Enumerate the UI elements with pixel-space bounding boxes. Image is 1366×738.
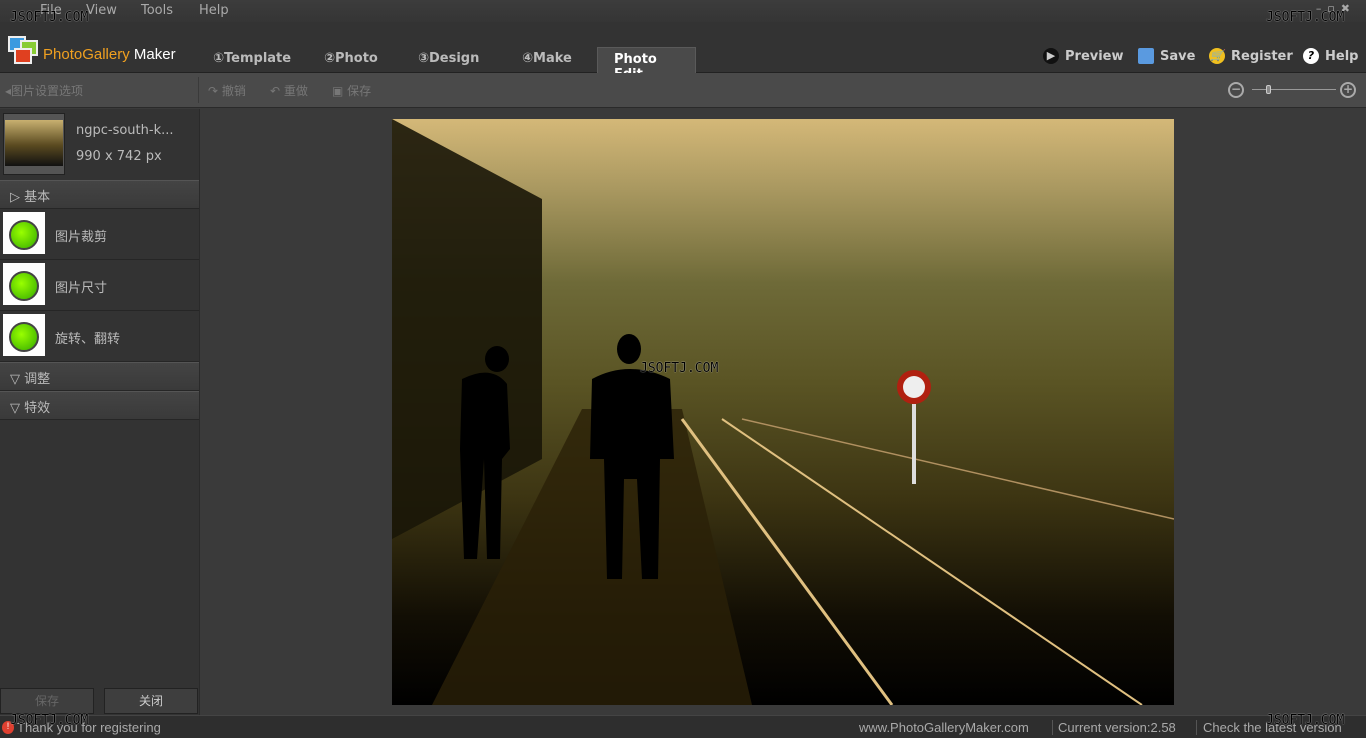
- sidebar: ngpc-south-k... 990 x 742 px ▷ 基本 图片裁剪 图…: [0, 109, 200, 715]
- menu-help[interactable]: Help: [199, 3, 229, 18]
- toolbar-save-label: 保存: [347, 84, 372, 98]
- watermark: JSOFTJ.COM: [1266, 713, 1345, 728]
- help-icon: ?: [1303, 48, 1319, 64]
- menu-bar: File View Tools Help –▫✖: [0, 0, 1366, 22]
- version-info: Current version:2.58: [1052, 720, 1176, 735]
- floppy-icon: [1138, 48, 1154, 64]
- menu-view[interactable]: View: [86, 3, 117, 18]
- rotate-icon: [3, 314, 45, 356]
- zoom-control: − +: [1228, 82, 1356, 100]
- resize-icon: [3, 263, 45, 305]
- watermark: JSOFTJ.COM: [10, 713, 89, 728]
- undo-button[interactable]: ↷ 撤销: [208, 82, 246, 99]
- redo-button[interactable]: ↶ 重做: [270, 82, 308, 99]
- sidebar-close-button[interactable]: 关闭: [104, 688, 198, 714]
- divider: [198, 77, 199, 103]
- menu-tools[interactable]: Tools: [141, 3, 173, 18]
- header: PhotoGallery Maker ①Template ②Photo ③Des…: [0, 22, 1366, 82]
- zoom-slider-handle[interactable]: [1265, 85, 1271, 94]
- watermark: JSOFTJ.COM: [640, 361, 719, 376]
- website-link[interactable]: www.PhotoGalleryMaker.com: [859, 720, 1029, 735]
- tab-photo[interactable]: ②Photo: [308, 47, 394, 73]
- cart-icon: 🛒: [1209, 48, 1225, 64]
- tool-rotate[interactable]: 旋转、翻转: [0, 311, 199, 362]
- tool-crop[interactable]: 图片裁剪: [0, 209, 199, 260]
- save-button[interactable]: Save: [1138, 48, 1195, 64]
- app-logo-icon: [8, 36, 40, 66]
- watermark: JSOFTJ.COM: [1266, 10, 1345, 25]
- edited-photo[interactable]: [392, 119, 1174, 705]
- back-to-settings-button[interactable]: ◂图片设置选项: [5, 82, 83, 99]
- zoom-in-icon[interactable]: +: [1340, 82, 1356, 98]
- redo-label: 重做: [283, 84, 308, 98]
- tool-crop-label: 图片裁剪: [55, 230, 108, 245]
- back-label: 图片设置选项: [11, 84, 84, 98]
- register-button[interactable]: 🛒 Register: [1209, 48, 1293, 64]
- toolbar-save-button[interactable]: ▣ 保存: [332, 82, 371, 99]
- tab-photo-edit[interactable]: Photo Edit: [597, 47, 696, 82]
- app-brand: PhotoGallery Maker: [43, 46, 176, 63]
- toolbar: ◂图片设置选项 ↷ 撤销 ↶ 重做 ▣ 保存 − +: [0, 73, 1366, 108]
- section-effects-label: 特效: [24, 401, 51, 416]
- undo-label: 撤销: [221, 84, 246, 98]
- tab-template[interactable]: ①Template: [197, 47, 307, 73]
- section-basic-label: 基本: [24, 190, 51, 205]
- tool-resize-label: 图片尺寸: [55, 281, 108, 296]
- tool-resize[interactable]: 图片尺寸: [0, 260, 199, 311]
- section-basic[interactable]: ▷ 基本: [0, 180, 199, 209]
- section-adjust-label: 调整: [24, 372, 51, 387]
- help-label: Help: [1325, 48, 1359, 64]
- status-bar: ! Thank you for registering www.PhotoGal…: [0, 715, 1366, 738]
- zoom-out-icon[interactable]: −: [1228, 82, 1244, 98]
- register-label: Register: [1231, 48, 1293, 64]
- tool-rotate-label: 旋转、翻转: [55, 332, 121, 347]
- preview-button[interactable]: ▶ Preview: [1043, 48, 1124, 64]
- photo-scene: [392, 119, 1174, 705]
- crop-icon: [3, 212, 45, 254]
- sidebar-save-button[interactable]: 保存: [0, 688, 94, 714]
- preview-label: Preview: [1065, 48, 1124, 64]
- zoom-slider[interactable]: [1252, 89, 1336, 90]
- save-label: Save: [1160, 48, 1196, 64]
- tab-design[interactable]: ③Design: [402, 47, 495, 73]
- file-name: ngpc-south-k...: [76, 123, 174, 138]
- play-icon: ▶: [1043, 48, 1059, 64]
- photo-thumbnail: [3, 113, 65, 175]
- section-effects[interactable]: ▽ 特效: [0, 391, 199, 420]
- section-adjust[interactable]: ▽ 调整: [0, 362, 199, 391]
- editor-canvas: [201, 109, 1366, 715]
- tab-make[interactable]: ④Make: [506, 47, 588, 73]
- help-button[interactable]: ? Help: [1303, 48, 1358, 64]
- file-dimensions: 990 x 742 px: [76, 149, 162, 164]
- watermark: JSOFTJ.COM: [10, 10, 89, 25]
